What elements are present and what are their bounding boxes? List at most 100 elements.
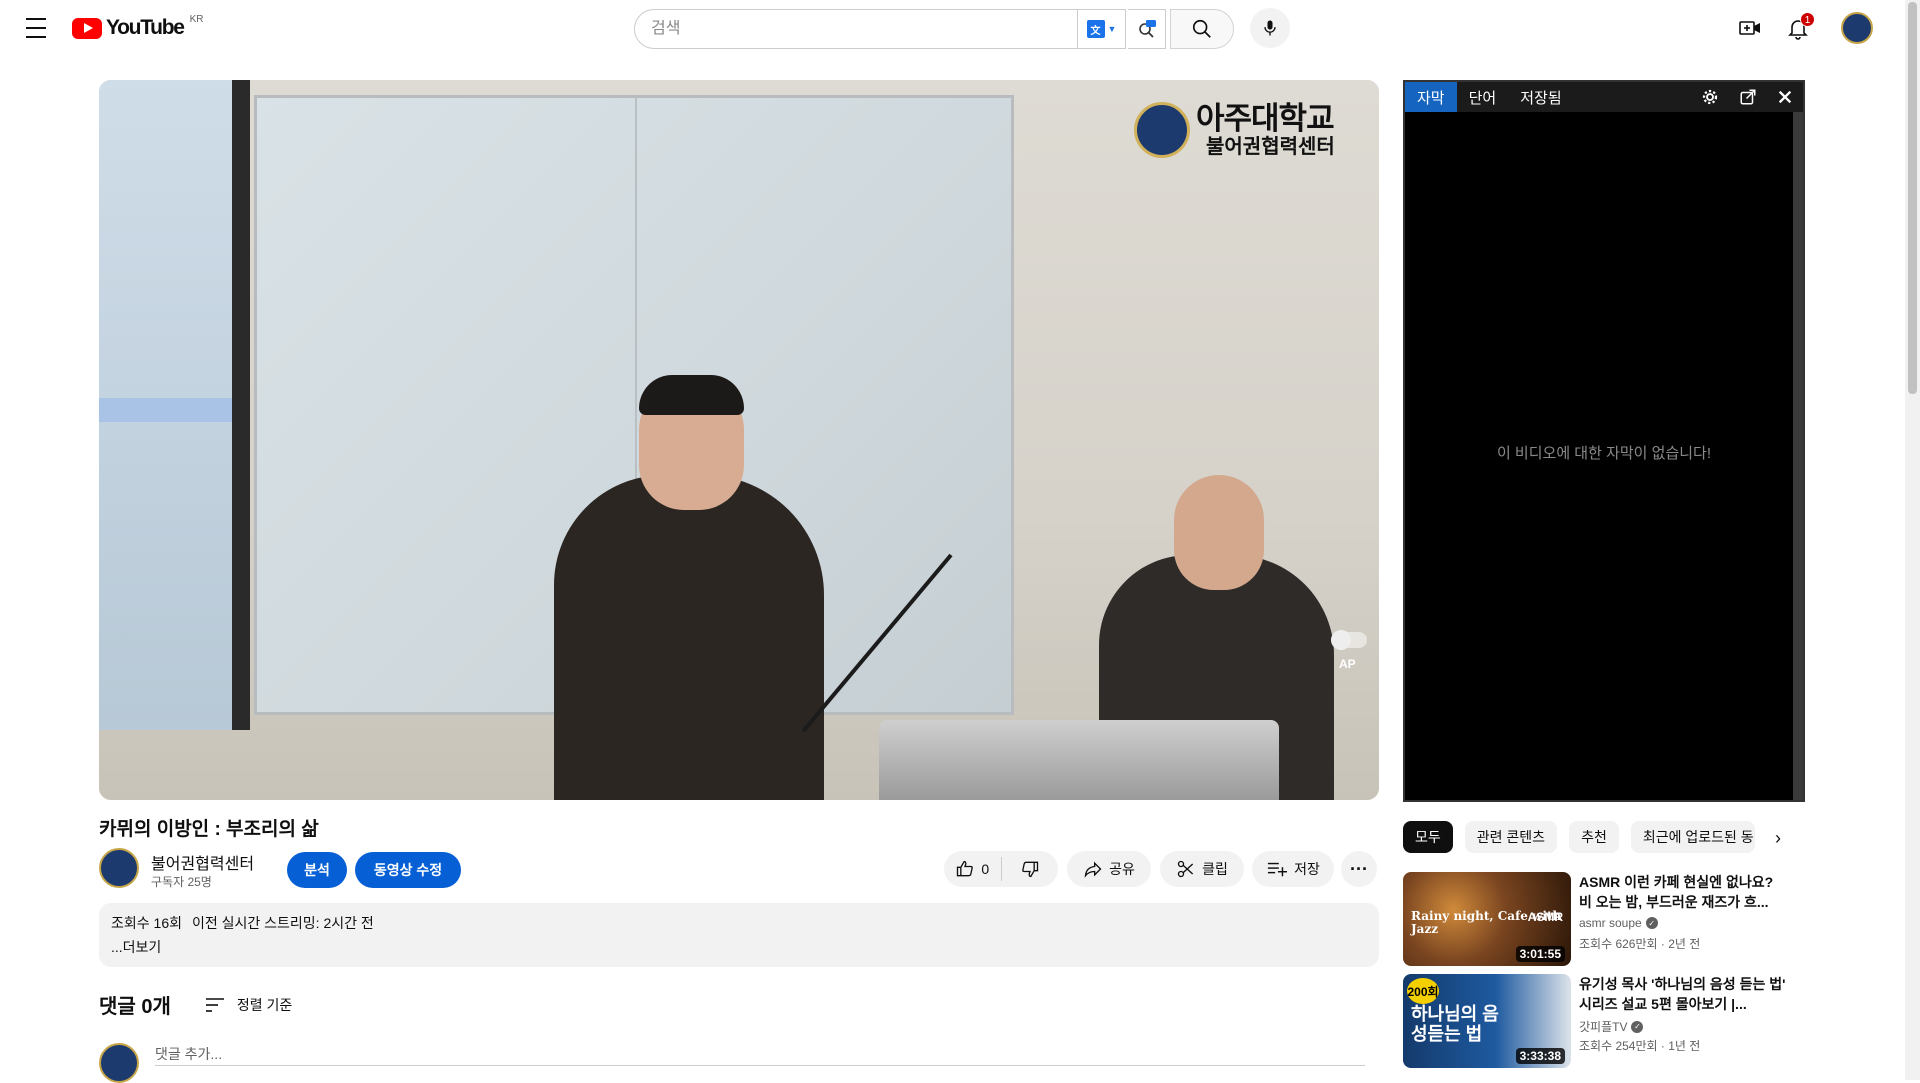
watermark-line1: 아주대학교 — [1196, 101, 1335, 136]
create-button[interactable] — [1730, 8, 1770, 48]
show-more-link[interactable]: ...더보기 — [111, 937, 1367, 957]
share-icon — [1084, 861, 1102, 878]
speaker-left-hair — [639, 375, 744, 415]
close-icon[interactable] — [1777, 89, 1793, 105]
clip-button[interactable]: 클립 — [1160, 851, 1244, 887]
notification-badge: 1 — [1800, 12, 1815, 27]
verified-check-icon: ✓ — [1645, 917, 1658, 929]
podium — [879, 720, 1279, 800]
related-channel-name: asmr soupe — [1579, 916, 1642, 930]
page-scrollbar-thumb[interactable] — [1908, 2, 1917, 394]
channel-watermark: 아주대학교 불어권협력센터 — [1134, 102, 1335, 158]
input-tools-button[interactable]: 文 ▼ — [1077, 10, 1125, 48]
subtitle-tabs: 자막 단어 저장됨 — [1405, 82, 1803, 112]
dislike-button[interactable] — [1002, 851, 1059, 887]
chevron-right-icon[interactable]: › — [1762, 822, 1794, 854]
commenter-avatar — [99, 1043, 139, 1083]
video-duration: 3:33:38 — [1515, 1048, 1565, 1064]
description-box[interactable]: 조회수 16회 이전 실시간 스트리밍: 2시간 전 ...더보기 — [99, 903, 1379, 967]
search-input[interactable] — [651, 20, 1077, 38]
video-duration: 3:01:55 — [1515, 946, 1565, 962]
more-actions-button[interactable]: ··· — [1341, 851, 1377, 887]
verified-check-icon: ✓ — [1631, 1020, 1644, 1033]
edit-video-button[interactable]: 동영상 수정 — [355, 852, 461, 888]
tab-words[interactable]: 단어 — [1457, 82, 1509, 112]
chip-all[interactable]: 모두 — [1403, 821, 1453, 853]
university-seal-icon — [1134, 102, 1190, 158]
autoplay-toggle[interactable] — [1331, 630, 1367, 650]
share-button[interactable]: 공유 — [1067, 851, 1151, 887]
thumbs-down-icon — [1021, 861, 1038, 878]
chip-recently-uploaded[interactable]: 최근에 업로드된 동 — [1630, 821, 1755, 853]
comments-count: 댓글 0개 — [99, 996, 171, 1018]
caption-search-button[interactable] — [1128, 9, 1166, 49]
youtube-play-icon — [72, 17, 102, 39]
watermark-line2: 불어권협력센터 — [1206, 136, 1335, 158]
speaker-right-head — [1174, 475, 1264, 590]
subtitle-panel: 자막 단어 저장됨 이 비디오에 대한 자막이 없습니다! — [1403, 80, 1805, 802]
video-thumbnail: Rainy night, Cafe with Jazz ASMR 3:01:55 — [1403, 872, 1571, 966]
tab-saved[interactable]: 저장됨 — [1508, 82, 1573, 112]
no-subtitles-message: 이 비디오에 대한 자막이 없습니다! — [1496, 445, 1712, 462]
chip-recommended[interactable]: 추천 — [1569, 821, 1619, 853]
region-code: KR — [189, 13, 204, 25]
related-video-title: 유기성 목사 '하나님의 음성 듣는 법' 시리즈 설교 5편 몰아보기 |..… — [1579, 976, 1786, 1012]
search-button[interactable] — [1170, 9, 1234, 49]
save-label: 저장 — [1294, 861, 1320, 877]
youtube-logo[interactable]: YouTube KR — [72, 13, 204, 40]
channel-avatar[interactable] — [99, 848, 139, 888]
video-thumbnail: 200회 하나님의 음성듣는 법 3:33:38 — [1403, 974, 1571, 1068]
notifications-button[interactable]: 1 — [1778, 8, 1818, 48]
search-box: 文 ▼ — [634, 9, 1126, 49]
like-count: 0 — [981, 861, 990, 877]
video-add-icon — [1739, 21, 1760, 35]
view-count: 조회수 16회 — [111, 915, 182, 931]
thumbnail-caption: 하나님의 음성듣는 법 — [1411, 1004, 1499, 1044]
autoplay-label: AP — [1339, 657, 1356, 671]
sort-label: 정렬 기준 — [236, 996, 293, 1013]
like-dislike-group: 0 — [944, 851, 1058, 887]
screen-frame — [232, 80, 250, 730]
save-button[interactable]: 저장 — [1252, 851, 1334, 887]
external-link-icon[interactable] — [1739, 88, 1757, 106]
chip-related[interactable]: 관련 콘텐츠 — [1464, 821, 1558, 853]
caption-search-icon — [1138, 20, 1156, 38]
scissors-icon — [1177, 860, 1194, 878]
related-video-meta: 조회수 626만회 · 2년 전 — [1579, 937, 1701, 951]
video-player[interactable]: 아주대학교 불어권협력센터 AP — [99, 80, 1379, 800]
share-label: 공유 — [1109, 861, 1135, 877]
top-bar: YouTube KR 文 ▼ — [0, 0, 1920, 56]
related-channel-name: 갓피플TV — [1579, 1020, 1628, 1034]
comments-header: 댓글 0개 정렬 기준 — [99, 990, 292, 1019]
voice-search-button[interactable] — [1250, 8, 1290, 48]
thumbnail-badge: 200회 — [1407, 978, 1439, 1004]
thumbs-up-icon — [957, 860, 974, 877]
related-video-title: ASMR 이런 카페 현실엔 없나요? 비 오는 밤, 부드러운 재즈가 흐..… — [1579, 874, 1774, 910]
add-comment-input[interactable] — [155, 1042, 1365, 1066]
analytics-button[interactable]: 분석 — [287, 852, 347, 888]
video-title: 카뮈의 이방인 : 부조리의 삶 — [99, 819, 319, 840]
logo-text: YouTube — [106, 16, 185, 39]
related-video-2[interactable]: 200회 하나님의 음성듣는 법 3:33:38 유기성 목사 '하나님의 음성… — [1403, 974, 1803, 1070]
related-channel: 갓피플TV ✓ — [1579, 1018, 1644, 1035]
tab-subtitles[interactable]: 자막 — [1405, 82, 1457, 112]
like-button[interactable]: 0 — [944, 851, 1001, 887]
related-channel: asmr soupe ✓ — [1579, 916, 1658, 930]
page-scrollbar[interactable] — [1905, 0, 1920, 1080]
related-video-meta: 조회수 254만회 · 1년 전 — [1579, 1039, 1701, 1053]
menu-icon[interactable] — [20, 16, 52, 40]
chevron-down-icon: ▼ — [1107, 24, 1117, 34]
stream-info: 이전 실시간 스트리밍: 2시간 전 — [191, 915, 374, 931]
microphone-icon — [1264, 20, 1276, 36]
account-avatar[interactable] — [1841, 12, 1873, 44]
related-video-1[interactable]: Rainy night, Cafe with Jazz ASMR 3:01:55… — [1403, 872, 1803, 968]
sort-icon — [205, 997, 224, 1012]
channel-name[interactable]: 불어권협력센터 — [151, 850, 254, 874]
gear-icon[interactable] — [1701, 88, 1719, 106]
more-horizontal-icon: ··· — [1350, 858, 1368, 879]
translate-icon: 文 — [1086, 20, 1105, 38]
subtitle-scrollbar[interactable] — [1793, 112, 1803, 800]
sort-comments-button[interactable]: 정렬 기준 — [205, 995, 292, 1015]
thumbnail-tag: ASMR — [1527, 910, 1563, 924]
playlist-add-icon — [1268, 862, 1288, 877]
